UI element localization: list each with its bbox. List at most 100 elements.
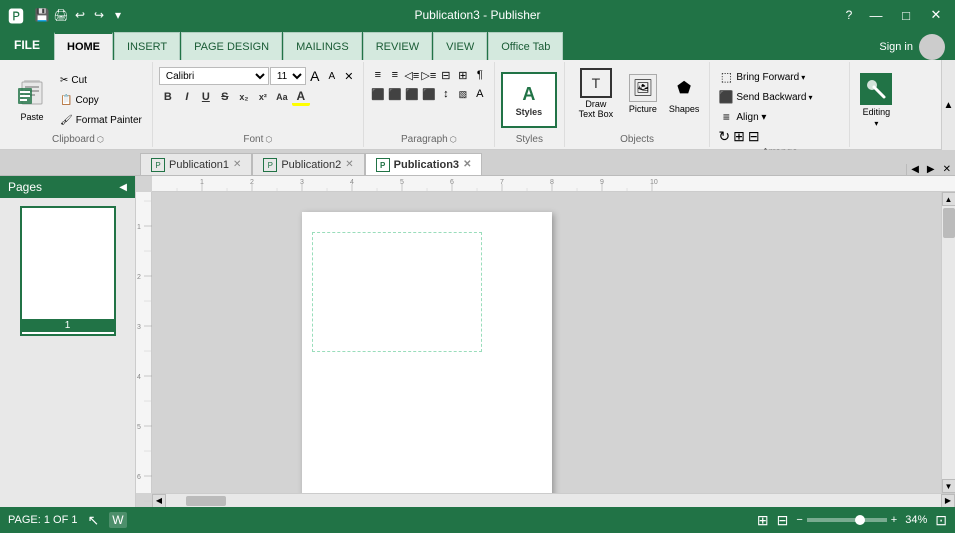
zoom-thumb[interactable]: [855, 515, 865, 525]
align-center-icon[interactable]: ⬛: [387, 86, 403, 102]
tabs-left-arrow[interactable]: ◀: [907, 164, 923, 175]
more-indent-icon[interactable]: ⊞: [455, 67, 471, 83]
col-break-icon[interactable]: ⊟: [438, 67, 454, 83]
tab-home[interactable]: HOME: [54, 32, 113, 60]
pub3-close-icon[interactable]: ✕: [463, 159, 471, 170]
tab-mailings[interactable]: MAILINGS: [283, 32, 362, 60]
bold-button[interactable]: B: [159, 88, 177, 106]
minimize-button[interactable]: —: [865, 4, 887, 26]
tab-insert[interactable]: INSERT: [114, 32, 180, 60]
shapes-icon: ⬟: [670, 74, 698, 102]
sign-in[interactable]: Sign in: [869, 34, 955, 60]
pages-collapse-icon[interactable]: ◀: [119, 182, 127, 193]
rotate-icon[interactable]: ↻: [718, 128, 730, 145]
copy-button[interactable]: 📋 Copy: [56, 91, 146, 109]
close-button[interactable]: ✕: [925, 4, 947, 26]
numbered-list-icon[interactable]: ≡: [387, 67, 403, 83]
font-color2-icon[interactable]: A: [472, 86, 488, 102]
clipboard-content: Paste ✂ Cut 📋 Copy 🖌 Format Painter: [10, 64, 146, 132]
tabs-right-arrow[interactable]: ▶: [923, 164, 939, 175]
quick-access-toolbar: 💾 🖨 ↩ ↪ ▾: [30, 7, 130, 23]
svg-text:4: 4: [350, 179, 354, 186]
scroll-thumb[interactable]: [943, 208, 955, 238]
svg-text:1: 1: [200, 179, 204, 186]
text-box-placeholder[interactable]: [312, 232, 482, 352]
bullets-icon[interactable]: ≡: [370, 67, 386, 83]
clipboard-expand-icon[interactable]: ⬡: [97, 135, 104, 144]
ribbon-collapse-button[interactable]: ▲: [941, 60, 955, 150]
decrease-indent-icon[interactable]: ◁≡: [404, 67, 420, 83]
picture-button[interactable]: 🖼 Picture: [625, 66, 661, 122]
scroll-track[interactable]: [942, 206, 955, 479]
bring-forward-button[interactable]: ⬚ Bring Forward ▾: [716, 68, 807, 86]
position-icon[interactable]: ⊟: [748, 128, 760, 145]
cut-button[interactable]: ✂ Cut: [56, 71, 146, 89]
align-button[interactable]: ≡ Align ▾: [716, 108, 768, 126]
draw-text-box-button[interactable]: T DrawText Box: [571, 66, 621, 122]
group-icon[interactable]: ⊞: [733, 128, 745, 145]
increase-size-icon[interactable]: A: [307, 68, 323, 84]
pilcrow-icon[interactable]: ¶: [472, 67, 488, 83]
font-expand-icon[interactable]: ⬡: [265, 135, 272, 144]
canvas-scroll-area[interactable]: [152, 192, 941, 493]
zoom-plus-icon[interactable]: +: [891, 514, 897, 526]
format-painter-button[interactable]: 🖌 Format Painter: [56, 111, 146, 129]
tab-page-design[interactable]: PAGE DESIGN: [181, 32, 282, 60]
zoom-minus-icon[interactable]: −: [796, 514, 802, 526]
clear-formatting-icon[interactable]: ✕: [341, 68, 357, 84]
align-left-icon[interactable]: ⬛: [370, 86, 386, 102]
subscript-button[interactable]: x₂: [235, 88, 253, 106]
file-tab[interactable]: FILE: [0, 30, 54, 60]
align-right-icon[interactable]: ⬛: [404, 86, 420, 102]
layout-icon-1[interactable]: ⊞: [757, 512, 769, 529]
zoom-percent[interactable]: 34%: [905, 514, 927, 526]
tab-view[interactable]: VIEW: [433, 32, 487, 60]
underline-button[interactable]: U: [197, 88, 215, 106]
print-icon[interactable]: 🖨: [53, 7, 69, 23]
help-icon[interactable]: ?: [841, 7, 857, 23]
editing-button[interactable]: Editing ▾: [856, 70, 896, 130]
justify-icon[interactable]: ⬛: [421, 86, 437, 102]
tabs-close-all[interactable]: ✕: [939, 164, 955, 175]
font-name-select[interactable]: Calibri: [159, 67, 269, 85]
h-scroll-track[interactable]: [166, 494, 941, 508]
bring-forward-dropdown-icon[interactable]: ▾: [801, 73, 805, 82]
page-thumbnail-1[interactable]: 1: [20, 206, 116, 336]
pub2-close-icon[interactable]: ✕: [345, 159, 353, 170]
doc-tab-publication2[interactable]: P Publication2 ✕: [252, 153, 364, 175]
paragraph-expand-icon[interactable]: ⬡: [450, 135, 457, 144]
scroll-right-arrow[interactable]: ▶: [941, 494, 955, 508]
decrease-size-icon[interactable]: A: [324, 68, 340, 84]
font-color-button[interactable]: A: [292, 88, 310, 106]
superscript-button[interactable]: x²: [254, 88, 272, 106]
send-backward-dropdown-icon[interactable]: ▾: [808, 93, 812, 102]
scroll-down-arrow[interactable]: ▼: [942, 479, 955, 493]
zoom-slider[interactable]: [807, 518, 887, 522]
change-case-button[interactable]: Aa: [273, 88, 291, 106]
doc-tab-publication3[interactable]: P Publication3 ✕: [365, 153, 483, 175]
pub1-close-icon[interactable]: ✕: [233, 159, 241, 170]
tab-office-tab[interactable]: Office Tab: [488, 32, 563, 60]
italic-button[interactable]: I: [178, 88, 196, 106]
fit-page-icon[interactable]: ⊡: [935, 512, 947, 529]
layout-icon-2[interactable]: ⊟: [777, 512, 789, 529]
shading-icon[interactable]: ▧: [455, 86, 471, 102]
scroll-up-arrow[interactable]: ▲: [942, 192, 955, 206]
font-size-select[interactable]: 11: [270, 67, 306, 85]
customize-icon[interactable]: ▾: [110, 7, 126, 23]
maximize-button[interactable]: □: [895, 4, 917, 26]
line-spacing-icon[interactable]: ↕: [438, 86, 454, 102]
undo-icon[interactable]: ↩: [72, 7, 88, 23]
send-backward-button[interactable]: ⬛ Send Backward ▾: [716, 88, 814, 106]
doc-tab-publication1[interactable]: P Publication1 ✕: [140, 153, 252, 175]
save-icon[interactable]: 💾: [34, 7, 50, 23]
scroll-left-arrow[interactable]: ◀: [152, 494, 166, 508]
tab-review[interactable]: REVIEW: [363, 32, 432, 60]
styles-button[interactable]: A Styles: [501, 72, 557, 128]
increase-indent-icon[interactable]: ▷≡: [421, 67, 437, 83]
redo-icon[interactable]: ↪: [91, 7, 107, 23]
strikethrough-button[interactable]: S: [216, 88, 234, 106]
shapes-button[interactable]: ⬟ Shapes: [665, 66, 704, 122]
paste-button[interactable]: Paste: [10, 70, 54, 126]
h-scroll-thumb[interactable]: [186, 496, 226, 506]
